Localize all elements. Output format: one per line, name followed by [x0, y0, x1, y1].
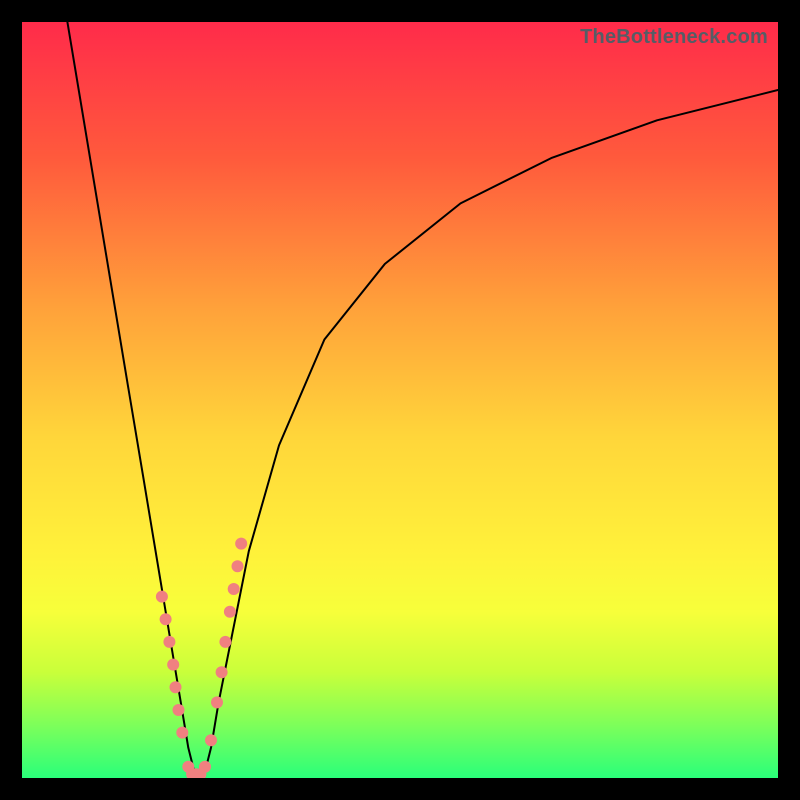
data-point [160, 613, 172, 625]
data-point [205, 734, 217, 746]
data-point [224, 606, 236, 618]
data-point [235, 538, 247, 550]
data-point [219, 636, 231, 648]
data-point [163, 636, 175, 648]
data-point [167, 659, 179, 671]
data-point [211, 696, 223, 708]
data-point [156, 591, 168, 603]
data-point [216, 666, 228, 678]
data-point [173, 704, 185, 716]
data-point [170, 681, 182, 693]
data-point [176, 727, 188, 739]
marker-cluster [156, 538, 247, 778]
data-point [232, 560, 244, 572]
data-point [228, 583, 240, 595]
plot-area: TheBottleneck.com [22, 22, 778, 778]
chart-svg [22, 22, 778, 778]
data-point [199, 761, 211, 773]
chart-container: TheBottleneck.com [0, 0, 800, 800]
